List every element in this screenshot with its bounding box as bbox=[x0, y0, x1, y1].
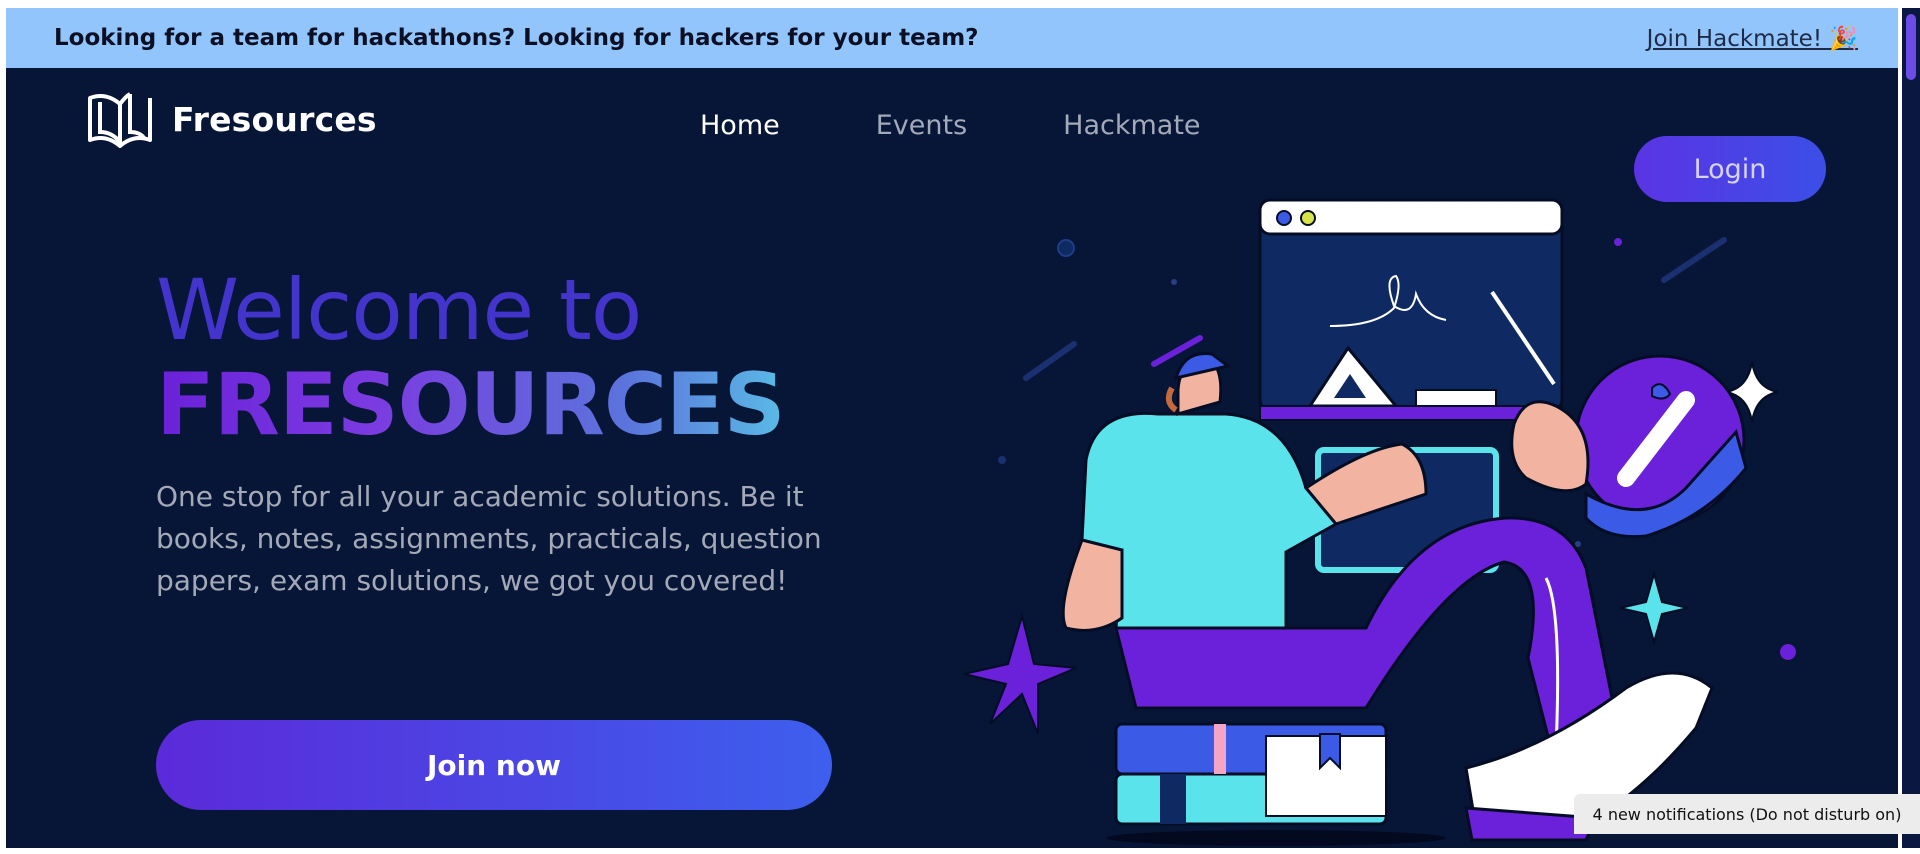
nav-links: Home Events Hackmate bbox=[700, 110, 1201, 141]
hero-description: One stop for all your academic solutions… bbox=[156, 480, 822, 597]
nav-item-hackmate[interactable]: Hackmate bbox=[1063, 110, 1200, 141]
browser-viewport: Looking for a team for hackathons? Looki… bbox=[6, 8, 1898, 848]
scrollbar-thumb[interactable] bbox=[1906, 14, 1916, 80]
hero-section: Welcome to FRESOURCES One stop for all y… bbox=[156, 268, 876, 630]
hero-title: FRESOURCES bbox=[156, 362, 876, 448]
brand-logo[interactable]: Fresources bbox=[86, 88, 377, 150]
teal-sparkle-icon bbox=[1619, 570, 1689, 646]
deco-line bbox=[1023, 341, 1077, 381]
notification-toast[interactable]: 4 new notifications (Do not disturb on) bbox=[1574, 794, 1920, 834]
open-book-logo-icon bbox=[88, 92, 152, 148]
nav-item-events[interactable]: Events bbox=[876, 110, 967, 141]
purple-star-icon bbox=[963, 612, 1077, 735]
deco-dot bbox=[1171, 279, 1177, 285]
page-scrollbar[interactable] bbox=[1902, 8, 1920, 848]
banner-text: Looking for a team for hackathons? Looki… bbox=[54, 25, 979, 51]
deco-line bbox=[1661, 237, 1727, 283]
deco-dot bbox=[1614, 238, 1622, 246]
announcement-banner: Looking for a team for hackathons? Looki… bbox=[6, 8, 1898, 68]
navbar: Fresources Home Events Hackmate bbox=[6, 68, 1898, 176]
hero-illustration bbox=[963, 198, 1796, 846]
hero-welcome: Welcome to bbox=[156, 261, 642, 359]
deco-dot bbox=[1780, 644, 1796, 660]
deco-dot bbox=[998, 456, 1006, 464]
nav-item-home[interactable]: Home bbox=[700, 110, 780, 141]
deco-dot bbox=[1057, 239, 1075, 257]
brand-name: Fresources bbox=[172, 99, 377, 139]
join-hackmate-link[interactable]: Join Hackmate! 🎉 bbox=[1647, 25, 1858, 52]
join-now-button[interactable]: Join now bbox=[156, 720, 832, 810]
